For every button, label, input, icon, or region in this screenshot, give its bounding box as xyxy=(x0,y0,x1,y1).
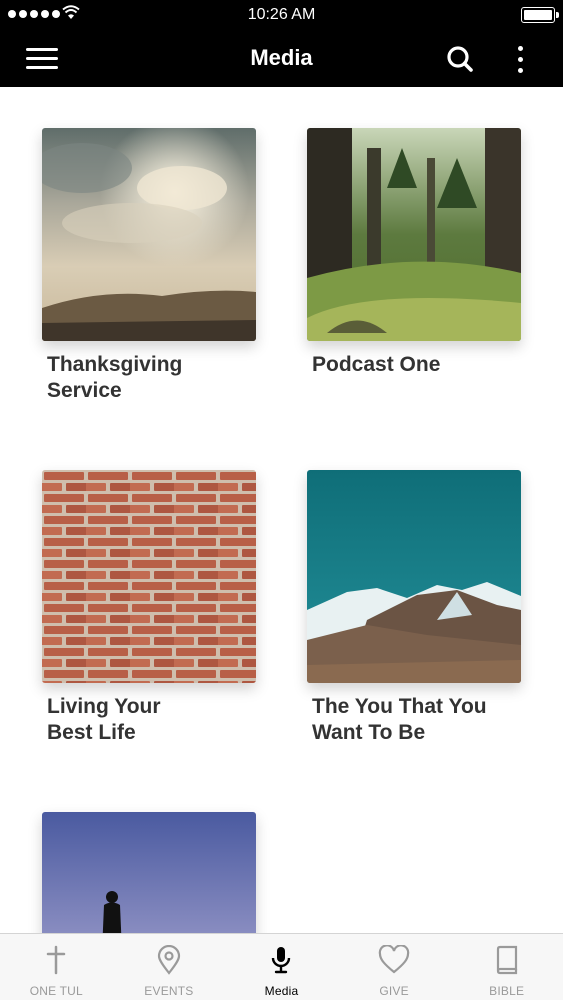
brick-wall-image xyxy=(42,470,256,683)
tab-label: BIBLE xyxy=(489,984,525,998)
sky-clouds-image xyxy=(42,128,256,341)
media-card-silhouette[interactable] xyxy=(42,812,256,933)
media-title: Podcast One xyxy=(312,353,441,376)
bottom-tab-bar: ONE TUL EVENTS Media GIVE BIBLE xyxy=(0,933,563,1000)
media-thumbnail xyxy=(42,812,256,933)
tab-label: ONE TUL xyxy=(29,984,83,998)
page-title: Media xyxy=(250,45,313,70)
media-thumbnail xyxy=(307,470,521,683)
cross-icon xyxy=(40,944,72,976)
more-options-icon[interactable] xyxy=(506,40,534,78)
silhouette-sky-image xyxy=(42,812,256,933)
forest-path-image xyxy=(307,128,521,341)
book-icon xyxy=(491,944,523,976)
status-bar: 10:26 AM xyxy=(0,0,563,30)
media-thumbnail xyxy=(42,470,256,683)
location-pin-icon xyxy=(153,944,185,976)
search-icon[interactable] xyxy=(443,42,477,76)
snowy-mountains-image xyxy=(307,470,521,683)
media-card-the-you-that-you-want-to-be[interactable]: The You That You Want To Be xyxy=(307,470,521,746)
top-navigation-bar: Media xyxy=(0,30,563,87)
tab-label: EVENTS xyxy=(144,984,194,998)
media-card-living-your-best-life[interactable]: Living Your Best Life xyxy=(42,470,256,746)
hamburger-menu-icon[interactable] xyxy=(22,42,62,74)
media-thumbnail xyxy=(42,128,256,341)
status-time: 10:26 AM xyxy=(247,6,316,23)
tab-label: GIVE xyxy=(379,984,409,998)
media-card-podcast-one[interactable]: Podcast One xyxy=(307,128,521,378)
tab-one-tul[interactable]: ONE TUL xyxy=(0,934,113,1000)
media-title: Living Your Best Life xyxy=(47,695,161,744)
heart-icon xyxy=(378,944,410,976)
media-grid: Thanksgiving Service Podcast One Living … xyxy=(0,87,563,933)
media-card-thanksgiving-service[interactable]: Thanksgiving Service xyxy=(42,128,256,404)
media-title: Thanksgiving Service xyxy=(47,353,183,402)
microphone-icon xyxy=(265,944,297,976)
tab-label: Media xyxy=(264,984,299,998)
battery-icon xyxy=(521,7,559,23)
tab-give[interactable]: GIVE xyxy=(338,934,451,1000)
media-title: The You That You Want To Be xyxy=(312,695,487,744)
tab-bible[interactable]: BIBLE xyxy=(450,934,563,1000)
media-thumbnail xyxy=(307,128,521,341)
tab-events[interactable]: EVENTS xyxy=(113,934,226,1000)
tab-media[interactable]: Media xyxy=(225,934,338,1000)
